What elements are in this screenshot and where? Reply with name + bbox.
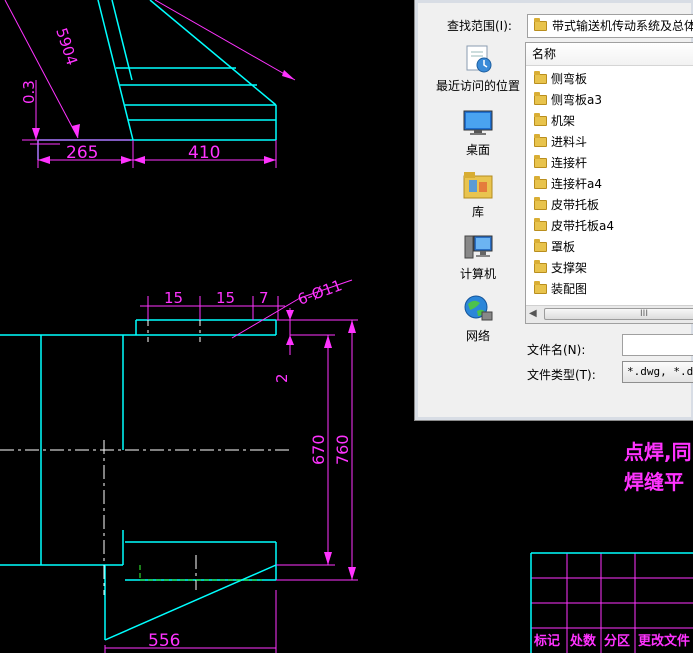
place-recent[interactable]: 最近访问的位置 [425,44,531,94]
file-name-label: 文件名(N): [527,343,586,357]
dim-265: 265 [66,143,98,163]
list-item[interactable]: 装配图 [534,279,587,299]
list-item-label: 皮带托板 [551,198,600,212]
file-list[interactable]: 名称 侧弯板 侧弯板a3 机架 进料斗 连接杆 连接杆a4 皮带托板 皮带托板a… [525,42,693,324]
folder-icon [534,239,547,252]
look-in-label: 查找范围(I): [447,19,512,33]
scrollbar-thumb[interactable]: III [544,308,693,320]
file-type-select[interactable]: *.dwg, *.dxf [622,361,693,383]
list-item-label: 装配图 [551,282,588,296]
list-item[interactable]: 皮带托板a4 [534,216,614,236]
place-desktop[interactable]: 桌面 [425,108,531,158]
place-recent-label: 最近访问的位置 [435,79,520,93]
dim-410: 410 [188,143,220,163]
dim-760: 760 [333,434,352,465]
dim-7: 7 [259,289,269,307]
dim-0-3: 0.3 [20,80,38,104]
center-lines [0,312,290,595]
computer-icon [462,232,494,262]
side-plate-outline [37,0,277,160]
dim-6-phi-11: 6-Ø11 [295,276,344,309]
dim-2: 2 [273,373,291,383]
file-name-input[interactable] [622,334,693,356]
dim-15-a: 15 [164,289,183,307]
recent-places-icon [462,44,494,74]
place-computer[interactable]: 计算机 [425,232,531,282]
dim-5904: 5904 [52,26,81,68]
place-network-label: 网络 [465,329,490,343]
folder-icon [534,218,547,231]
list-item[interactable]: 连接杆a4 [534,174,602,194]
dim-15-b: 15 [216,289,235,307]
folder-icon [534,176,547,189]
horizontal-scrollbar[interactable]: ◀ III [526,305,693,323]
folder-icon [534,260,547,273]
list-item-label: 侧弯板a3 [551,93,602,107]
place-desktop-label: 桌面 [465,143,490,157]
body-dimensions [104,279,358,653]
title-block-count: 处数 [570,634,597,649]
scroll-left-arrow-icon[interactable]: ◀ [529,308,537,319]
folder-icon [534,134,547,147]
dim-670: 670 [309,434,328,465]
libraries-icon [462,170,494,200]
folder-icon [534,197,547,210]
place-computer-label: 计算机 [459,267,496,281]
list-item-label: 机架 [551,114,576,128]
column-header-name[interactable]: 名称 [526,43,693,66]
folder-icon [534,113,547,126]
title-block-change-doc: 更改文件 [638,634,691,649]
body-outline [0,319,277,641]
list-item-label: 罩板 [551,240,576,254]
place-libraries-label: 库 [471,205,484,219]
look-in-value: 带式输送机传动系统及总体 [552,19,693,33]
title-block-zone: 分区 [604,634,631,649]
list-item-label: 支撑架 [551,261,588,275]
weld-note-line-2: 焊缝平 [624,470,684,494]
folder-icon [534,281,547,294]
list-item-label: 侧弯板 [551,72,588,86]
weld-note-line-1: 点焊,同 [624,440,692,464]
dim-556: 556 [148,631,180,651]
hidden-lines [139,565,262,581]
list-item[interactable]: 皮带托板 [534,195,599,215]
list-item-label: 连接杆 [551,156,588,170]
list-item-label: 皮带托板a4 [551,219,614,233]
list-item[interactable]: 侧弯板 [534,69,587,89]
list-item-label: 连接杆a4 [551,177,602,191]
list-item[interactable]: 支撑架 [534,258,587,278]
look-in-dropdown[interactable]: 带式输送机传动系统及总体 [527,14,693,38]
folder-icon [534,18,547,31]
network-icon [462,294,494,324]
list-item[interactable]: 连接杆 [534,153,587,173]
place-libraries[interactable]: 库 [425,170,531,220]
list-item[interactable]: 进料斗 [534,132,587,152]
open-file-dialog: 查找范围(I): 带式输送机传动系统及总体 最近访问的位置 桌面 库 计算机 网… [414,0,693,421]
place-network[interactable]: 网络 [425,294,531,344]
title-block-mark: 标记 [534,634,561,649]
list-item-label: 进料斗 [551,135,588,149]
folder-icon [534,92,547,105]
desktop-icon [462,108,494,138]
folder-icon [534,71,547,84]
list-item[interactable]: 侧弯板a3 [534,90,602,110]
file-type-label: 文件类型(T): [527,368,596,382]
list-item[interactable]: 罩板 [534,237,575,257]
list-item[interactable]: 机架 [534,111,575,131]
folder-icon [534,155,547,168]
